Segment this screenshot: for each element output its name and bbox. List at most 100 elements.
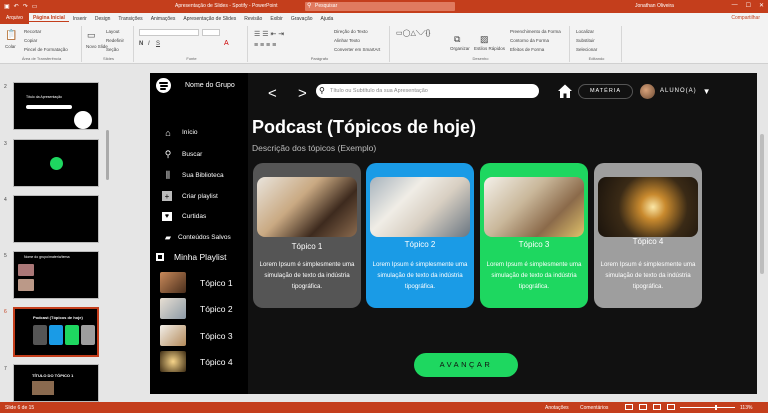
comments-button[interactable]: Comentários <box>580 405 608 411</box>
reading-view-icon[interactable] <box>653 404 661 410</box>
card-title: Tópico 4 <box>632 237 664 246</box>
tab-ajuda[interactable]: Ajuda <box>317 16 338 22</box>
font-size-select[interactable] <box>202 29 220 36</box>
slide-search-bar[interactable]: ⚲ Título ou Subtítulo da sua Apresentação <box>316 84 539 98</box>
tab-transicoes[interactable]: Transições <box>114 16 146 22</box>
maximize-icon[interactable]: ☐ <box>746 2 751 9</box>
tab-revisao[interactable]: Revisão <box>240 16 266 22</box>
font-color-icon[interactable]: A <box>224 40 229 47</box>
new-slide-icon[interactable]: ▭ <box>87 30 96 41</box>
shapes-gallery-icon[interactable]: ▭◯△⟍⟋{} <box>396 29 430 38</box>
zoom-level[interactable]: 113% <box>740 405 752 411</box>
tab-inserir[interactable]: Inserir <box>69 16 91 22</box>
slideshow-view-icon[interactable] <box>667 404 675 410</box>
shape-fill-button[interactable]: Preenchimento da Forma <box>510 29 561 34</box>
smartart-button[interactable]: Converter em SmartArt <box>334 47 380 52</box>
paste-icon[interactable]: 📋 <box>5 30 17 41</box>
slide-thumbnail-selected[interactable]: Podcast (Tópicos de hoje) <box>13 307 99 357</box>
text-direction-button[interactable]: Direção do Texto <box>334 29 368 34</box>
playlist-thumb <box>160 298 186 319</box>
undo-icon[interactable]: ↶ <box>14 3 19 10</box>
topic-card-4[interactable]: Tópico 4 Lorem Ipsum é simplesmente uma … <box>594 163 702 308</box>
zoom-slider[interactable] <box>680 405 735 410</box>
slide-canvas[interactable]: Nome do Grupo ⌂ Início ⚲ Buscar ⫼ Sua Bibli… <box>150 73 757 394</box>
find-button[interactable]: Localizar <box>576 29 594 34</box>
arrange-icon[interactable]: ⧉ <box>454 34 460 45</box>
arrange-button[interactable]: Organizar <box>450 46 470 51</box>
align-icon[interactable]: ≡ ≡ ≡ ≡ <box>254 42 276 49</box>
slide-thumbnail[interactable] <box>13 139 99 187</box>
normal-view-icon[interactable] <box>625 404 633 410</box>
nav-criar-playlist[interactable]: + Criar playlist <box>162 191 218 201</box>
nav-buscar[interactable]: ⚲ Buscar <box>162 149 203 160</box>
quick-access-toolbar: ▣ ↶ ↷ ▭ <box>0 3 120 10</box>
aluno-menu[interactable]: ALUNO(A) ▼ <box>640 83 730 99</box>
nav-biblioteca[interactable]: ⫼ Sua Biblioteca <box>162 170 224 181</box>
tab-arquivo[interactable]: Arquivo <box>0 13 29 24</box>
minimize-icon[interactable]: — <box>732 2 738 9</box>
reset-button[interactable]: Redefinir <box>106 38 124 43</box>
replace-button[interactable]: Substituir <box>576 38 595 43</box>
tab-gravacao[interactable]: Gravação <box>287 16 317 22</box>
playlist-item[interactable]: Tópico 3 <box>160 325 233 346</box>
nav-conteudos-salvos[interactable]: ▰ Conteúdos Salvos <box>162 232 231 243</box>
bullets-icon[interactable]: ☰ ☰ ⇤ ⇥ <box>254 30 284 38</box>
user-name[interactable]: Jonathan Oliveira <box>635 3 674 9</box>
close-icon[interactable]: ✕ <box>759 2 764 9</box>
slide-thumbnail[interactable] <box>13 195 99 243</box>
tab-pagina-inicial[interactable]: Página Inicial <box>28 15 69 22</box>
zoom-slider-thumb[interactable] <box>715 405 717 410</box>
editor-scrollbar[interactable] <box>757 64 768 402</box>
slides-scrollbar[interactable] <box>106 130 109 180</box>
new-slide-button[interactable]: Novo Slide <box>86 44 108 49</box>
section-button[interactable]: Seção <box>106 47 119 52</box>
paste-button[interactable]: Colar <box>5 44 16 49</box>
shape-effects-button[interactable]: Efeitos de Forma <box>510 47 544 52</box>
back-arrow-icon[interactable]: < <box>268 86 277 101</box>
playlist-item[interactable]: Tópico 1 <box>160 272 233 293</box>
italic-icon[interactable]: I <box>148 41 150 47</box>
underline-icon[interactable]: S <box>156 41 160 47</box>
align-text-button[interactable]: Alinhar Texto <box>334 38 360 43</box>
start-slideshow-icon[interactable]: ▭ <box>32 3 38 10</box>
search-box[interactable]: ⚲ Pesquisar <box>305 2 455 11</box>
save-icon[interactable]: ▣ <box>4 3 10 10</box>
home-icon[interactable] <box>557 83 573 99</box>
tab-apresentacao[interactable]: Apresentação de Slides <box>179 16 240 22</box>
topic-card-3[interactable]: Tópico 3 Lorem Ipsum é simplesmente uma … <box>480 163 588 308</box>
group-label: Parágrafo <box>310 56 329 61</box>
notes-button[interactable]: Anotações <box>545 405 569 411</box>
tab-animacoes[interactable]: Animações <box>147 16 180 22</box>
avancar-button[interactable]: AVANÇAR <box>414 353 518 377</box>
page-title: Podcast (Tópicos de hoje) <box>252 117 477 137</box>
forward-arrow-icon[interactable]: > <box>298 86 307 101</box>
shape-outline-button[interactable]: Contorno da Forma <box>510 38 549 43</box>
select-button[interactable]: Selecionar <box>576 47 597 52</box>
layout-button[interactable]: Layout <box>106 29 120 34</box>
slide-thumbnail[interactable]: TÍTULO DO TÓPICO 1 <box>13 364 99 402</box>
redo-icon[interactable]: ↷ <box>23 3 28 10</box>
cut-button[interactable]: Recortar <box>24 29 41 34</box>
materia-button[interactable]: MATÉRIA <box>578 84 633 99</box>
topic-card-2[interactable]: Tópico 2 Lorem Ipsum é simplesmente uma … <box>366 163 474 308</box>
nav-inicio[interactable]: ⌂ Início <box>162 127 197 138</box>
quick-styles-button[interactable]: Estilos Rápidos <box>474 46 505 51</box>
tab-design[interactable]: Design <box>91 16 115 22</box>
font-family-select[interactable] <box>139 29 199 36</box>
share-button[interactable]: Compartilhar <box>727 15 764 21</box>
tab-exibir[interactable]: Exibir <box>266 16 287 22</box>
slide-thumbnail[interactable]: Título da Apresentação <box>13 82 99 130</box>
sorter-view-icon[interactable] <box>639 404 647 410</box>
slide-thumbnail[interactable]: Nome do grupo/materia/tema <box>13 251 99 299</box>
bold-icon[interactable]: N <box>139 41 143 47</box>
playlist-item[interactable]: Tópico 4 <box>160 351 233 372</box>
quick-styles-icon[interactable]: ▨ <box>480 34 489 45</box>
playlist-item-label: Tópico 3 <box>200 330 233 341</box>
copy-button[interactable]: Copiar <box>24 38 37 43</box>
format-painter-button[interactable]: Pincel de Formatação <box>24 47 68 52</box>
playlist-item[interactable]: Tópico 2 <box>160 298 233 319</box>
topic-card-1[interactable]: Tópico 1 Lorem Ipsum é simplesmente uma … <box>253 163 361 308</box>
scrollbar-thumb[interactable] <box>760 134 764 274</box>
view-buttons <box>625 404 675 410</box>
nav-curtidas[interactable]: ♥ Curtidas <box>162 212 206 221</box>
